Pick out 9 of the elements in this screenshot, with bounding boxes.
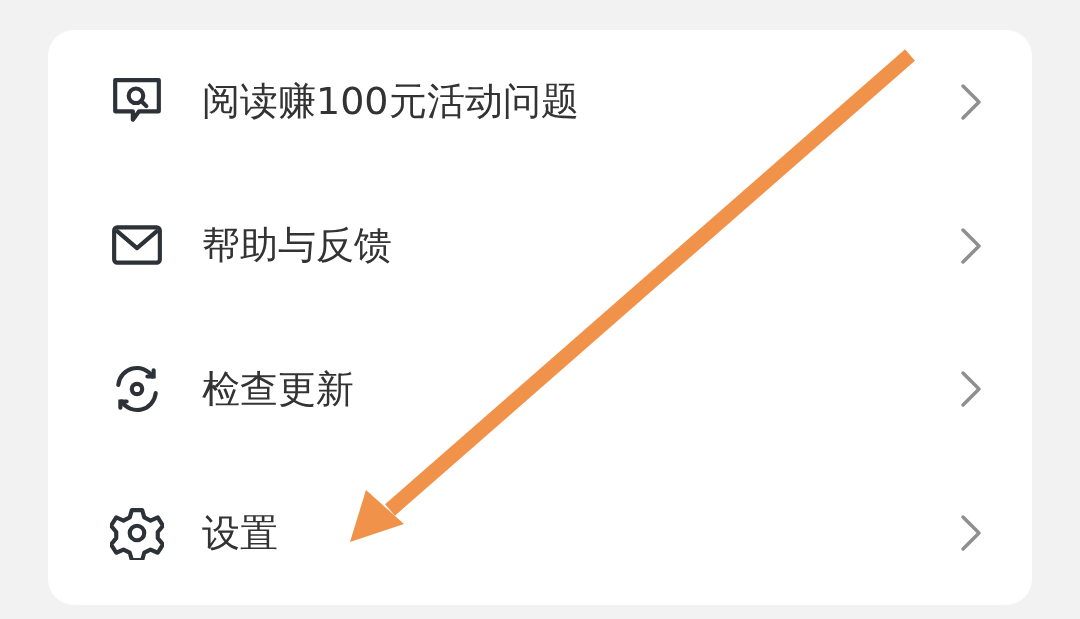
menu-item[interactable]: 设置 xyxy=(202,507,960,559)
menu-item[interactable]: 检查更新 xyxy=(202,363,960,415)
chevron-icon xyxy=(960,514,982,553)
settings-icon xyxy=(110,506,164,561)
chevron-icon xyxy=(960,82,982,121)
menu-item[interactable]: 阅读赚100元活动问题 xyxy=(202,76,960,128)
menu-item[interactable]: 帮助与反馈 xyxy=(202,220,960,272)
chevron-icon xyxy=(960,226,982,265)
chevron-icon xyxy=(960,370,982,409)
